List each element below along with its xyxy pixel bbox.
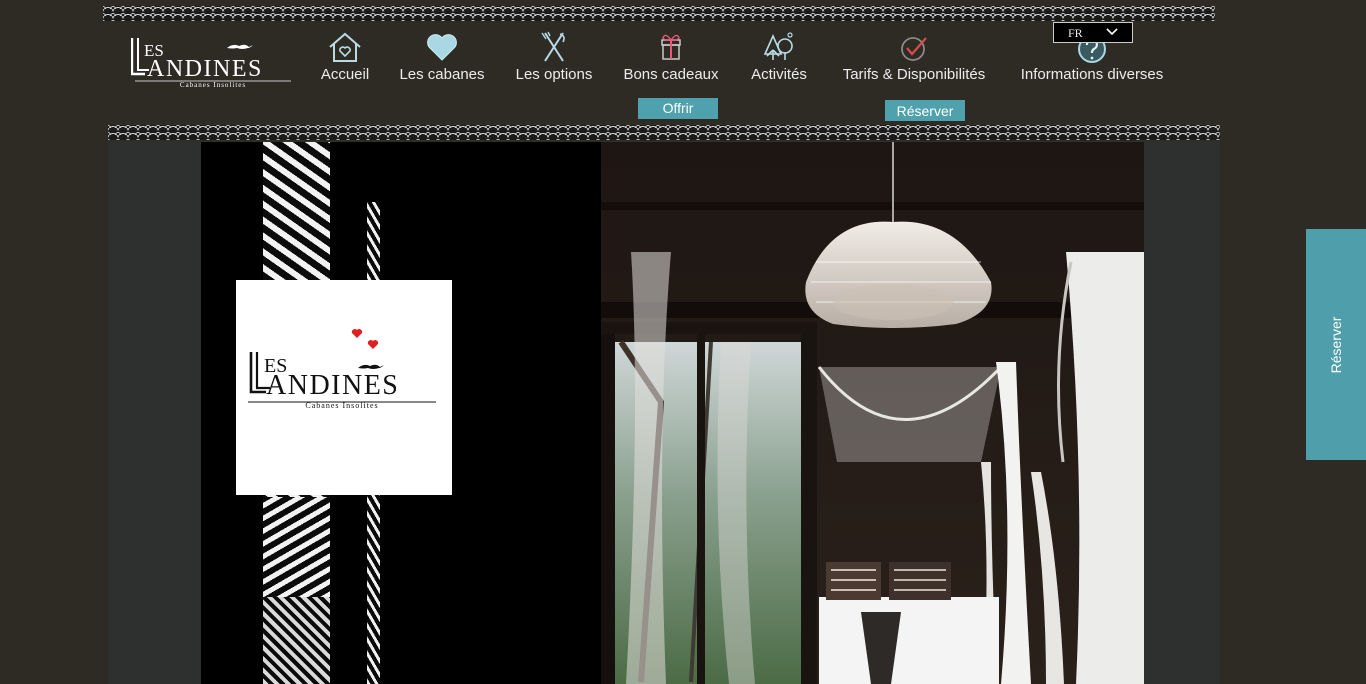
nav-accueil[interactable]: Accueil — [316, 30, 374, 83]
nav-tarifs-disponibilites[interactable]: Tarifs & Disponibilités — [838, 30, 990, 83]
nav-activites[interactable]: Activités — [746, 30, 812, 83]
cabin-interior-photo — [601, 142, 1144, 684]
nav-les-cabanes-label: Les cabanes — [399, 66, 485, 83]
header-top-pattern-band — [103, 6, 1215, 21]
nav-bons-cadeaux[interactable]: Bons cadeaux — [622, 30, 720, 83]
side-reserver-label: Réserver — [1328, 316, 1344, 373]
chevron-down-icon — [1106, 28, 1118, 36]
check-circle-icon — [901, 37, 927, 61]
nav-informations-diverses-label: Informations diverses — [1020, 66, 1164, 83]
offrir-button[interactable]: Offrir — [638, 98, 718, 119]
nav-bons-cadeaux-label: Bons cadeaux — [623, 66, 719, 83]
header-logo-name: ANDINES — [147, 56, 263, 82]
nav-les-options[interactable]: Les options — [512, 30, 596, 83]
header-bottom-pattern-band — [108, 125, 1220, 140]
header-logo[interactable]: ES ANDINES Cabanes Insolites — [131, 36, 295, 88]
reserver-button[interactable]: Réserver — [885, 100, 965, 121]
trees-icon — [763, 32, 793, 60]
fork-knife-icon — [541, 31, 565, 62]
logo-card-name: ANDINES — [266, 370, 399, 401]
nav-les-options-label: Les options — [515, 66, 593, 83]
nav-accueil-label: Accueil — [320, 66, 370, 83]
header-logo-tagline: Cabanes Insolites — [180, 81, 246, 88]
heart-icon — [427, 34, 457, 61]
nav-les-cabanes[interactable]: Les cabanes — [398, 30, 486, 83]
nav-tarifs-disponibilites-label: Tarifs & Disponibilités — [842, 66, 986, 83]
brand-logo-card: ES ANDINES Cabanes Insolites — [236, 280, 452, 495]
side-reserver-button[interactable]: Réserver — [1306, 229, 1366, 460]
hero-frame: ES ANDINES Cabanes Insolites — [201, 142, 1144, 684]
house-heart-icon — [329, 32, 361, 62]
nav-activites-label: Activités — [751, 66, 807, 83]
gift-icon — [661, 34, 681, 60]
language-value: FR — [1068, 26, 1083, 40]
language-select[interactable]: FR — [1053, 22, 1133, 43]
logo-card-tagline: Cabanes Insolites — [305, 401, 378, 410]
